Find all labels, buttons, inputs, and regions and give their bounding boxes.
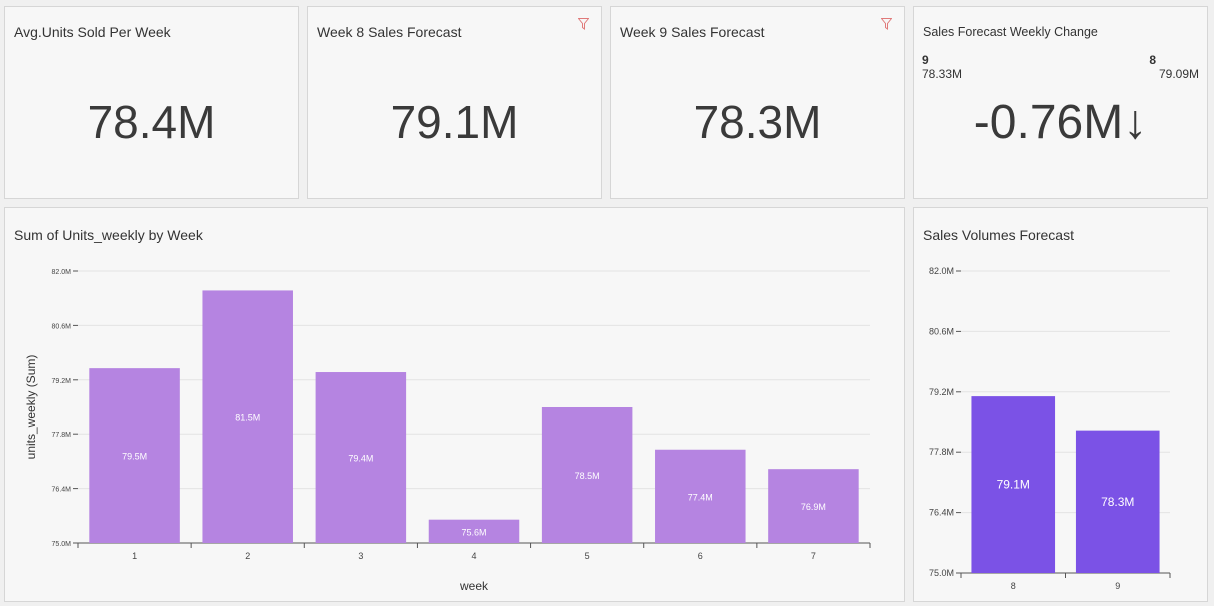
bar-data-label: 79.1M [997,478,1030,492]
kpi-value: 79.1M [390,96,519,148]
kpi-value: 78.3M [693,96,822,148]
bar-data-label: 79.5M [122,452,147,462]
x-tick-label: 1 [132,551,137,561]
bar-data-label: 79.4M [348,454,373,464]
y-tick-label: 80.6M [929,326,954,336]
kpi-card-week9-forecast: Week 9 Sales Forecast 78.3M [610,6,905,199]
y-tick-label: 75.0M [929,568,954,578]
y-tick-label: 77.8M [52,432,72,439]
kpi-value: 78.4M [87,96,216,148]
y-tick-label: 77.8M [929,447,954,457]
change-right-value: 79.09M [1158,67,1199,81]
bar-data-label: 75.6M [461,527,486,537]
change-value: -0.76M [973,96,1124,149]
weekly-units-chart-card: Sum of Units_weekly by Week 75.0M 76.4M 77… [4,207,905,602]
bar-data-label: 76.9M [801,502,826,512]
y-tick-label: 82.0M [929,266,954,276]
bar-data-label: 81.5M [235,413,260,423]
weekly-units-chart: 75.0M 76.4M 77.8M 79.2M 80.6M 82.0M 79.5M 1 81.5… [24,269,871,593]
change-value-row: -0.76M↓ [914,99,1207,147]
y-axis-label: units_weekly (Sum) [24,355,38,460]
kpi-card-avg-units: Avg.Units Sold Per Week 78.4M [4,6,299,199]
x-tick-label: 9 [1115,581,1120,591]
kpi-card-weekly-change: Sales Forecast Weekly Change 9 78.33M 8 … [913,6,1208,199]
bar-data-label: 77.4M [688,492,713,502]
filter-icon[interactable] [881,18,892,30]
kpi-title: Week 8 Sales Forecast [317,24,462,40]
x-tick-label: 6 [698,551,703,561]
y-tick-label: 80.6M [52,323,72,330]
y-tick-label: 75.0M [52,541,72,548]
y-tick-label: 79.2M [52,378,72,385]
y-tick-label: 79.2M [929,387,954,397]
change-right-week: 8 [1149,53,1156,67]
x-tick-label: 8 [1011,581,1016,591]
filter-icon[interactable] [578,18,589,30]
bar-data-label: 78.5M [575,471,600,481]
x-axis-label: week [459,579,489,593]
sales-forecast-chart: 75.0M 76.4M 77.8M 79.2M 80.6M 82.0M 79.1M 8 78.3… [929,266,1171,591]
x-tick-label: 3 [358,551,363,561]
kpi-title: Week 9 Sales Forecast [620,24,765,40]
change-title: Sales Forecast Weekly Change [923,25,1098,39]
kpi-title: Avg.Units Sold Per Week [14,24,171,40]
bar-data-label: 78.3M [1101,495,1134,509]
change-left-week: 9 [922,53,929,67]
x-tick-label: 7 [811,551,816,561]
y-tick-label: 82.0M [52,269,72,276]
x-tick-label: 4 [471,551,476,561]
change-left-value: 78.33M [922,67,963,81]
y-tick-label: 76.4M [52,487,72,494]
y-tick-label: 76.4M [929,508,954,518]
sales-volumes-forecast-card: Sales Volumes Forecast 75.0M 76.4M 77.8M 79… [913,207,1208,602]
x-tick-label: 5 [585,551,590,561]
x-tick-label: 2 [245,551,250,561]
kpi-card-week8-forecast: Week 8 Sales Forecast 79.1M [307,6,602,199]
down-arrow-icon: ↓ [1123,96,1148,149]
